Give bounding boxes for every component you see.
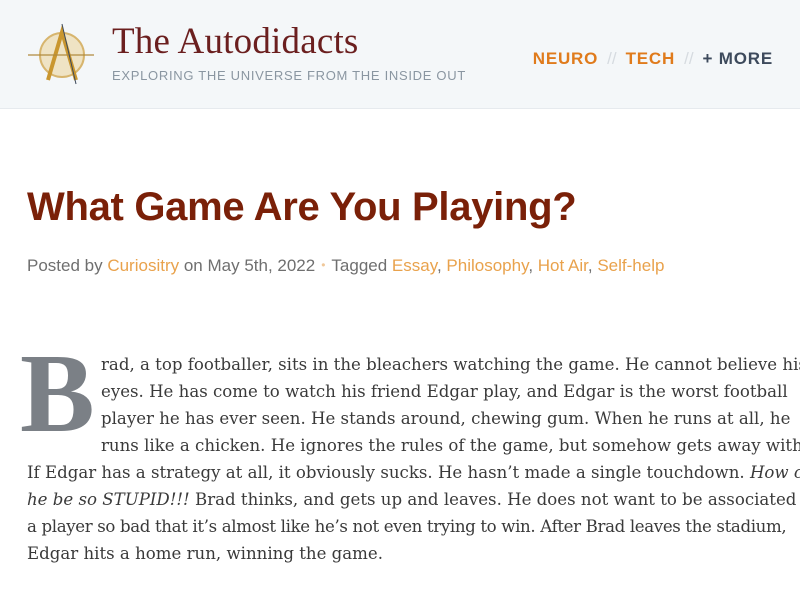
author-link[interactable]: Curiositry (107, 256, 179, 275)
site-tagline: EXPLORING THE UNIVERSE FROM THE INSIDE O… (112, 68, 466, 83)
paragraph-italic-text: he be so STUPID!!! (27, 490, 190, 509)
autodidacts-logo-icon[interactable] (26, 22, 96, 88)
posted-by-label: Posted by (27, 256, 108, 275)
post-meta: Posted by Curiositry on May 5th, 2022 • Ta… (27, 256, 664, 276)
paragraph-line: a player so bad that it’s almost like he… (27, 517, 787, 536)
post-date: on May 5th, 2022 (179, 256, 316, 275)
tag-comma: , (528, 256, 538, 275)
site-header: The Autodidacts EXPLORING THE UNIVERSE F… (0, 0, 800, 109)
post-title: What Game Are You Playing? (27, 185, 577, 229)
meta-dot-separator: • (321, 258, 326, 272)
site-title[interactable]: The Autodidacts (112, 20, 359, 63)
nav-item-more[interactable]: + MORE (703, 49, 773, 69)
main-nav: NEURO // TECH // + MORE (533, 49, 773, 69)
nav-separator: // (684, 49, 694, 68)
nav-item-tech[interactable]: TECH (626, 49, 675, 69)
paragraph-line: rad, a top footballer, sits in the bleac… (101, 355, 800, 374)
tagged-label: Tagged (331, 256, 392, 275)
tag-link-essay[interactable]: Essay (392, 256, 437, 275)
paragraph-text: Brad thinks, and gets up and leaves. He … (189, 490, 800, 509)
paragraph-line: eyes. He has come to watch his friend Ed… (101, 382, 788, 401)
post-body-paragraph: rad, a top footballer, sits in the bleac… (27, 351, 800, 567)
paragraph-line: player he has ever seen. He stands aroun… (101, 409, 791, 428)
tag-link-self-help[interactable]: Self-help (597, 256, 664, 275)
paragraph-line: runs like a chicken. He ignores the rule… (101, 436, 800, 455)
paragraph-line: Edgar hits a home run, winning the game. (27, 544, 384, 563)
nav-separator: // (607, 49, 617, 68)
paragraph-italic-text: How could (749, 463, 800, 482)
tag-comma: , (587, 256, 598, 275)
paragraph-text: If Edgar has a strategy at all, it obvio… (27, 463, 750, 482)
paragraph-line: he be so STUPID!!! Brad thinks, and gets… (27, 486, 800, 513)
tag-link-philosophy[interactable]: Philosophy (446, 256, 528, 275)
paragraph-line: If Edgar has a strategy at all, it obvio… (27, 459, 800, 486)
tag-comma: , (436, 256, 447, 275)
nav-item-neuro[interactable]: NEURO (533, 49, 598, 69)
tag-link-hot-air[interactable]: Hot Air (538, 256, 588, 275)
